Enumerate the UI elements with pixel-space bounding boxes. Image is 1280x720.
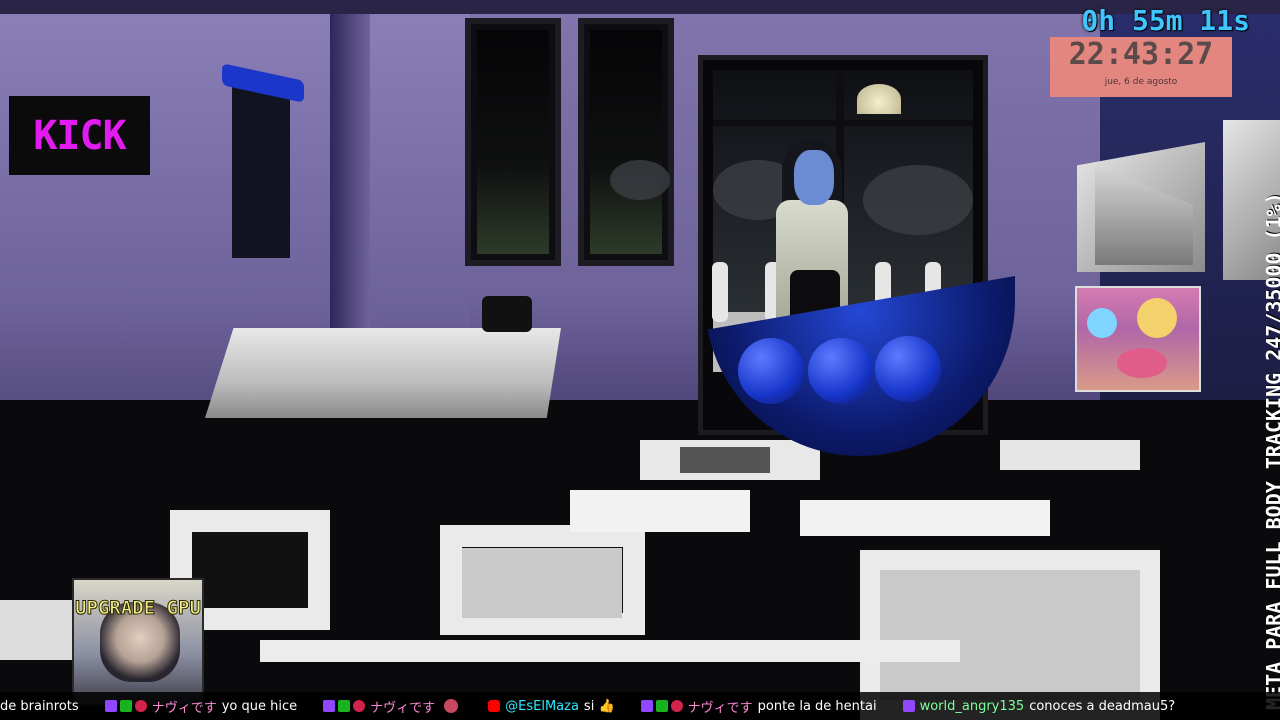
chat-text: yo que hice (221, 698, 298, 714)
twitch-icon (323, 700, 336, 712)
clock-date: jue, 6 de agosto (1104, 77, 1178, 87)
heart-badge-icon (353, 700, 366, 712)
chat-username: world_angry135 (919, 698, 1025, 714)
stream-timer: 0h 55m 11s (1081, 4, 1250, 37)
chair-cushion (875, 336, 941, 402)
upgrade-gpu-badge: UPGRADE GPU (72, 578, 204, 706)
chat-username: ナヴィです (687, 700, 753, 716)
heart-badge-icon (670, 700, 683, 712)
chat-message: @EsElMaza si 👍 (488, 699, 615, 714)
chair-cushion (808, 338, 874, 404)
avatar-face (794, 150, 834, 205)
goal-text: META PARA FULL BODY TRACKING 247/35000 (… (1262, 192, 1280, 710)
chat-username: ナヴィです (151, 700, 217, 716)
window-view (477, 30, 549, 254)
door-mullion (713, 120, 973, 126)
floor-stripe (260, 640, 960, 662)
chat-message: de brainrots (0, 699, 79, 714)
heart-badge-icon (134, 700, 147, 712)
kick-logo-text: KICK (33, 112, 126, 159)
chat-message: ナヴィです ponte la de hentai (640, 697, 877, 716)
chat-text: si 👍 (583, 698, 615, 714)
sticker-emote-icon (444, 699, 459, 713)
floor-tile (680, 447, 770, 473)
chat-ticker: de brainrots ナヴィです yo que hice ナヴィです @Es… (0, 692, 1280, 720)
screen-blob (1137, 298, 1177, 338)
checkmark-badge-icon (338, 700, 351, 712)
moon (857, 84, 901, 114)
upgrade-label: UPGRADE GPU (75, 597, 202, 620)
goal-bar: META PARA FULL BODY TRACKING 247/35000 (… (1242, 30, 1280, 710)
youtube-icon (488, 700, 501, 712)
twitch-icon (902, 700, 915, 712)
chat-username: ナヴィです (370, 700, 436, 716)
chat-message: ナヴィです yo que hice (104, 697, 298, 716)
floor-tile (800, 500, 1050, 536)
bed-object (482, 296, 532, 332)
cloud (610, 160, 670, 200)
twitch-icon (104, 700, 117, 712)
clock-widget: 22:43:27 jue, 6 de agosto (1050, 37, 1232, 97)
checkmark-badge-icon (655, 700, 668, 712)
screen-blob (1087, 308, 1117, 338)
floor-tile (880, 570, 1140, 700)
chat-text: conoces a deadmau5? (1029, 698, 1176, 714)
clock-time: 22:43:27 (1068, 37, 1214, 72)
chat-message: ナヴィです (323, 697, 462, 716)
wall-shelf (232, 78, 290, 258)
baluster (712, 262, 728, 322)
window-left (465, 18, 561, 266)
cloud (863, 165, 973, 235)
kick-logo: KICK (9, 96, 150, 175)
checkmark-badge-icon (119, 700, 132, 712)
floor-tile (570, 490, 750, 532)
chat-text: ponte la de hentai (757, 698, 877, 714)
screen-blob (1117, 348, 1167, 378)
floor-tile (1000, 440, 1140, 470)
floor-tile (462, 548, 622, 618)
chat-text: de brainrots (0, 698, 79, 714)
chat-username: @EsElMaza (505, 698, 579, 714)
chat-message: world_angry135 conoces a deadmau5? (902, 698, 1176, 714)
twitch-icon (640, 700, 653, 712)
window-right (578, 18, 674, 266)
window-view (590, 30, 670, 254)
stream-scene: KICK 0h 55m 11s 22:43:27 jue, 6 de agost… (0, 0, 1280, 720)
mini-screen (1075, 286, 1201, 392)
chair-cushion (738, 338, 804, 404)
bed (205, 328, 561, 418)
